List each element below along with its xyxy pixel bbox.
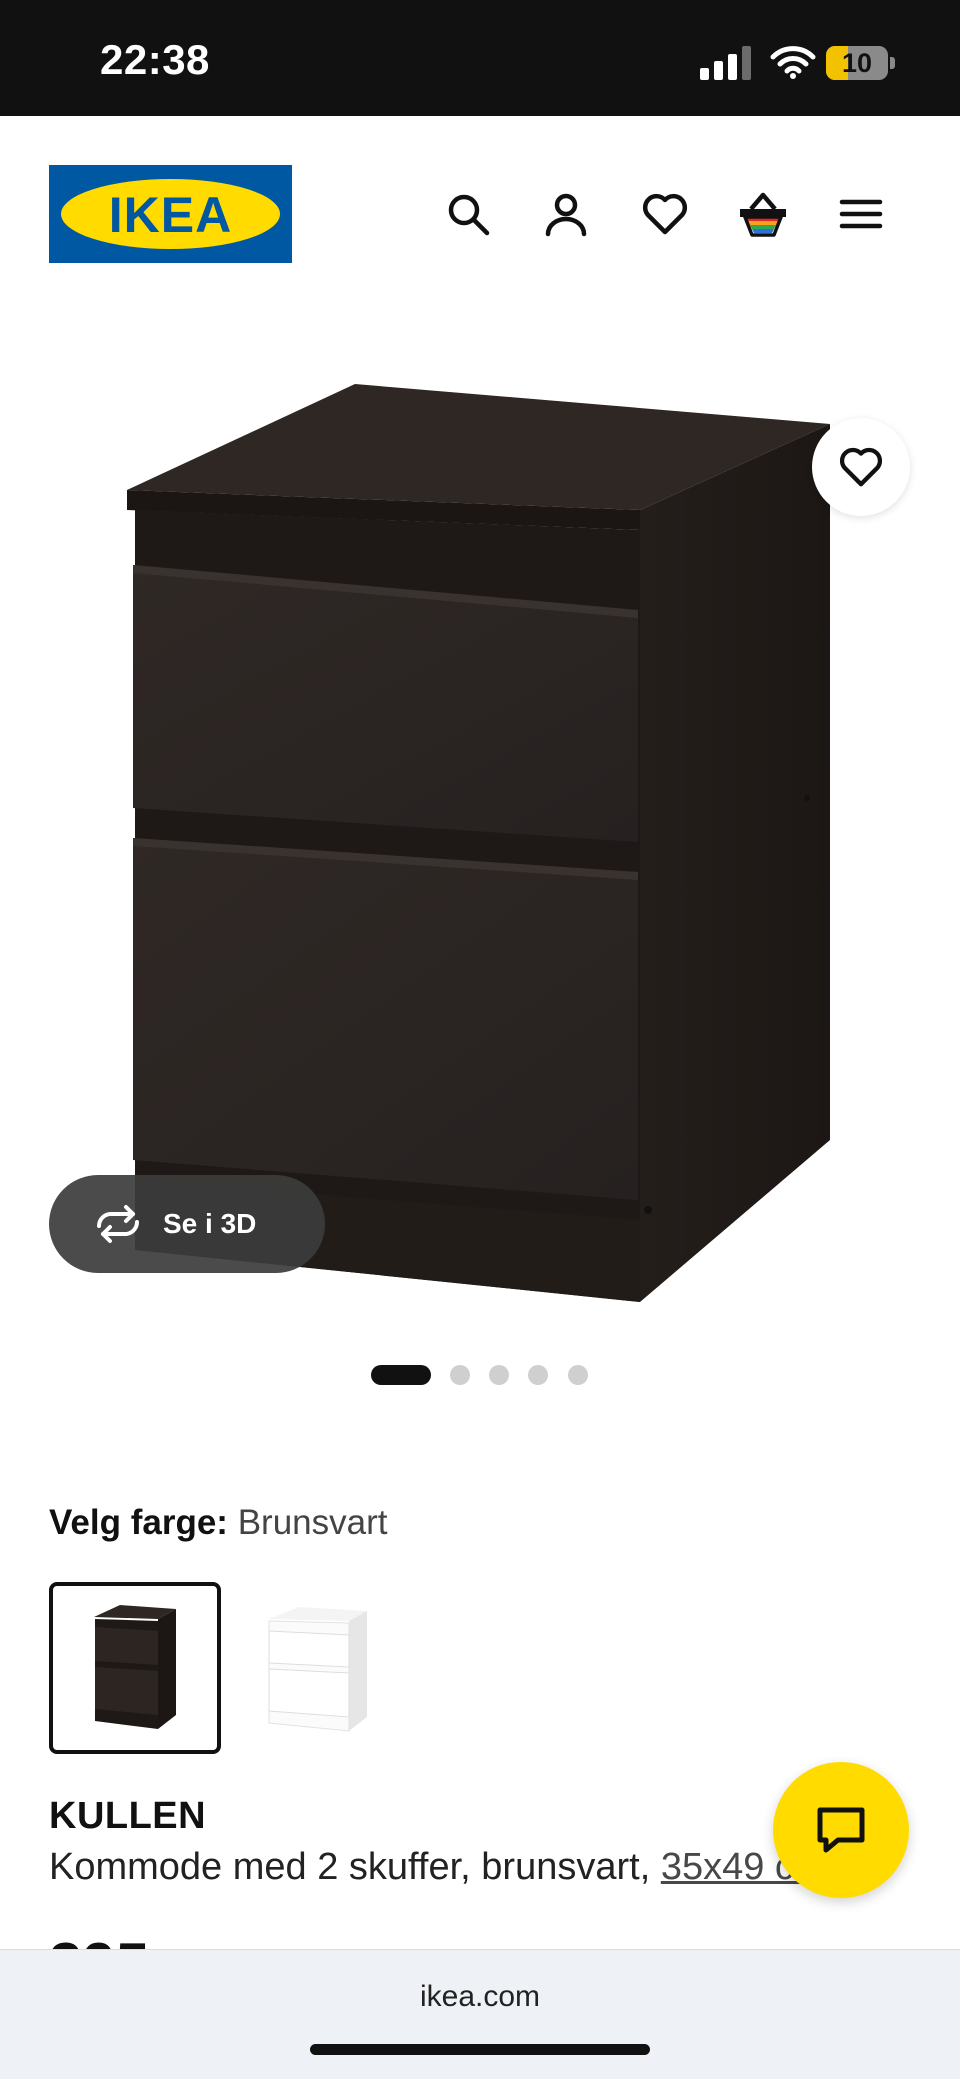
shopping-bag-icon[interactable] bbox=[735, 186, 791, 242]
color-selection-label: Velg farge: Brunsvart bbox=[49, 1503, 387, 1543]
color-label-key: Velg farge: bbox=[49, 1503, 228, 1542]
dark-drawer-thumbnail bbox=[94, 1605, 176, 1729]
view-in-3d-button[interactable]: Se i 3D bbox=[49, 1175, 325, 1273]
product-price: 395 bbox=[49, 1935, 149, 1949]
chat-bubble-icon bbox=[817, 1807, 865, 1853]
product-name: KULLEN bbox=[49, 1795, 207, 1837]
browser-address-bar bbox=[0, 1949, 960, 2079]
add-to-favourites-button[interactable] bbox=[812, 418, 910, 516]
gallery-dot-4[interactable] bbox=[528, 1365, 548, 1385]
wifi-icon bbox=[770, 44, 816, 80]
search-icon[interactable] bbox=[440, 186, 496, 242]
heart-icon bbox=[839, 447, 883, 487]
chat-button[interactable] bbox=[773, 1762, 909, 1898]
product-description-text: Kommode med 2 skuffer, brunsvart, bbox=[49, 1846, 661, 1888]
url-field[interactable]: ikea.com bbox=[0, 1980, 960, 2014]
status-time: 22:38 bbox=[100, 36, 210, 83]
home-indicator[interactable] bbox=[310, 2044, 650, 2055]
white-drawer-thumbnail bbox=[268, 1607, 367, 1732]
battery-icon: 10 bbox=[826, 46, 896, 80]
user-icon[interactable] bbox=[538, 186, 594, 242]
product-description: Kommode med 2 skuffer, brunsvart, 35x49 … bbox=[49, 1846, 826, 1889]
hamburger-menu-icon[interactable] bbox=[833, 186, 889, 242]
gallery-dot-2[interactable] bbox=[450, 1365, 470, 1385]
ikea-logo[interactable]: IKEA bbox=[49, 165, 292, 263]
color-swatch-white[interactable] bbox=[232, 1582, 404, 1754]
battery-level: 10 bbox=[841, 48, 873, 78]
gallery-dot-5[interactable] bbox=[568, 1365, 588, 1385]
heart-icon[interactable] bbox=[637, 186, 693, 242]
color-selected-value: Brunsvart bbox=[237, 1503, 388, 1542]
gallery-dot-3[interactable] bbox=[489, 1365, 509, 1385]
view-in-3d-label: Se i 3D bbox=[163, 1208, 257, 1239]
logo-text: IKEA bbox=[108, 187, 233, 243]
cellular-signal-icon bbox=[700, 46, 752, 80]
gallery-dot-1[interactable] bbox=[371, 1365, 431, 1385]
product-image[interactable] bbox=[120, 380, 840, 1310]
color-swatch-brunsvart[interactable] bbox=[49, 1582, 221, 1754]
rotate-3d-icon bbox=[97, 1205, 139, 1243]
